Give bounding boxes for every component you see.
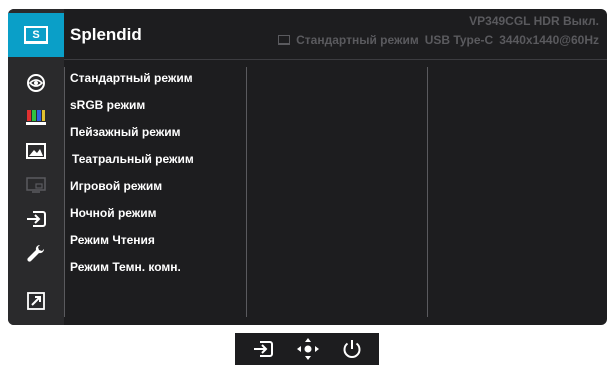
menu-item-darkroom[interactable]: Режим Темн. комн. bbox=[70, 259, 194, 286]
menu-item-theater[interactable]: Театральный режим bbox=[70, 151, 194, 178]
splendid-mode-list: Стандартный режим sRGB режим Пейзажный р… bbox=[70, 70, 194, 286]
status-input: USB Type-C bbox=[424, 33, 494, 47]
color-bars-icon bbox=[26, 110, 46, 125]
pip-icon bbox=[26, 177, 46, 193]
page-title: Splendid bbox=[70, 25, 142, 44]
menu-item-night[interactable]: Ночной режим bbox=[70, 205, 194, 232]
menu-item-standard[interactable]: Стандартный режим bbox=[70, 70, 194, 97]
menu-item-game[interactable]: Игровой режим bbox=[70, 178, 194, 205]
eye-icon bbox=[27, 74, 45, 92]
model-info: VP349CGL HDR Выкл. bbox=[469, 14, 599, 28]
column-divider bbox=[427, 67, 428, 317]
input-select-icon bbox=[27, 211, 46, 227]
status-bar: Стандартный режим USB Type-C 3440x1440@6… bbox=[278, 33, 599, 47]
sidebar-item-pip[interactable] bbox=[8, 169, 64, 201]
header-divider bbox=[64, 59, 607, 60]
image-icon bbox=[26, 143, 46, 159]
sidebar-item-image[interactable] bbox=[8, 135, 64, 167]
joystick-icon[interactable] bbox=[295, 336, 321, 362]
wrench-icon bbox=[27, 244, 45, 262]
sidebar-item-eye-care[interactable] bbox=[8, 67, 64, 99]
shortcut-icon bbox=[27, 292, 45, 310]
status-resolution: 3440x1440@60Hz bbox=[499, 33, 599, 47]
sidebar-item-input-select[interactable] bbox=[8, 203, 64, 235]
menu-item-landscape[interactable]: Пейзажный режим bbox=[70, 124, 194, 151]
monitor-icon bbox=[278, 35, 291, 45]
power-icon[interactable] bbox=[341, 338, 363, 360]
splendid-icon: S bbox=[24, 26, 48, 44]
sidebar-item-splendid[interactable]: S bbox=[8, 13, 64, 57]
status-mode: Стандартный режим bbox=[296, 33, 419, 47]
osd-panel: S Splendid VP349CGL HDR Выкл. Стандартны… bbox=[8, 9, 607, 325]
nav-bar bbox=[235, 333, 379, 365]
sidebar: S bbox=[8, 9, 64, 325]
sidebar-item-system-setup[interactable] bbox=[8, 237, 64, 269]
sidebar-item-color[interactable] bbox=[8, 101, 64, 133]
input-icon[interactable] bbox=[251, 339, 275, 359]
column-divider bbox=[64, 67, 65, 317]
menu-item-reading[interactable]: Режим Чтения bbox=[70, 232, 194, 259]
menu-item-srgb[interactable]: sRGB режим bbox=[70, 97, 194, 124]
column-divider bbox=[246, 67, 247, 317]
sidebar-item-shortcut[interactable] bbox=[8, 285, 64, 317]
